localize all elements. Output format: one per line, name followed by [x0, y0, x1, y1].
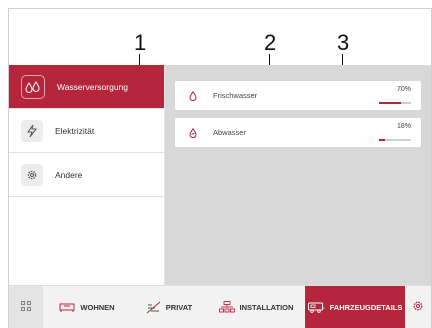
tank-card-frischwasser[interactable]: Frischwasser 70% [175, 81, 421, 110]
nav-installation[interactable]: INSTALLATION [207, 286, 305, 328]
category-sidebar: Wasserversorgung Elektrizität Andere [9, 65, 165, 285]
sidebar-item-wasserversorgung[interactable]: Wasserversorgung [9, 65, 164, 109]
bottom-nav: WOHNEN PRIVAT INSTALLATION FAHRZEUGDETAI… [9, 285, 431, 328]
tank-label: Abwasser [213, 128, 246, 137]
settings-button[interactable] [405, 286, 431, 328]
water-supply-icon [21, 74, 45, 99]
water-drop-icon [187, 90, 199, 102]
content-panel: Frischwasser 70% Abwasser 18% [165, 65, 431, 285]
sidebar-item-label: Andere [55, 169, 83, 180]
callout-2: 2 [264, 30, 277, 55]
lightning-icon [21, 119, 43, 142]
callout-1: 1 [134, 30, 147, 55]
tank-label: Frischwasser [213, 91, 258, 100]
installation-icon [218, 301, 235, 313]
sidebar-item-label: Wasserversorgung [57, 81, 129, 92]
gear-icon [21, 163, 43, 186]
callout-3: 3 [337, 30, 350, 55]
waste-water-drop-icon [187, 127, 199, 139]
tank-percent: 70% [396, 86, 411, 93]
sidebar-item-elektrizitaet[interactable]: Elektrizität [9, 109, 164, 153]
tank-level-fill [379, 102, 402, 104]
app-grid-button[interactable] [9, 286, 43, 328]
nav-label: PRIVAT [165, 302, 193, 312]
privacy-icon [146, 301, 161, 314]
nav-label: FAHRZEUGDETAILS [329, 302, 403, 312]
sidebar-item-label: Elektrizität [55, 125, 95, 136]
tank-level-bar [379, 102, 411, 104]
camper-icon [307, 302, 325, 313]
sofa-icon [59, 303, 75, 312]
nav-wohnen[interactable]: WOHNEN [43, 286, 131, 328]
nav-label: INSTALLATION [239, 302, 294, 312]
tank-level-bar [379, 139, 411, 141]
tank-card-abwasser[interactable]: Abwasser 18% [175, 118, 421, 147]
app-grid-icon [21, 298, 31, 316]
tank-level-fill [379, 139, 385, 141]
sidebar-item-andere[interactable]: Andere [9, 153, 164, 197]
nav-label: WOHNEN [80, 302, 115, 312]
nav-privat[interactable]: PRIVAT [131, 286, 207, 328]
tank-percent: 18% [396, 123, 411, 130]
nav-fahrzeugdetails[interactable]: FAHRZEUGDETAILS [305, 286, 405, 328]
gear-icon [412, 300, 424, 314]
